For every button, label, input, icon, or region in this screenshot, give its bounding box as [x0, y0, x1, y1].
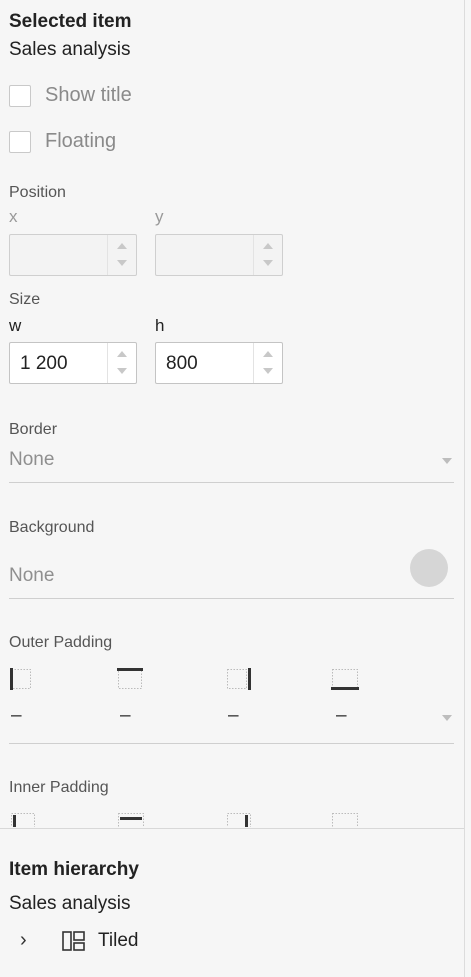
hierarchy-root-item[interactable]: Sales analysis: [9, 893, 130, 915]
inner-padding-icons-clip: [0, 812, 464, 827]
selected-item-name: Sales analysis: [9, 39, 131, 60]
width-stepper[interactable]: 1 200: [9, 342, 137, 384]
outer-padding-values-row[interactable]: – – – –: [9, 705, 454, 744]
background-color-swatch[interactable]: [410, 549, 448, 587]
height-stepper-arrows[interactable]: [253, 343, 282, 383]
x-decrement-icon[interactable]: [117, 260, 127, 266]
inner-padding-label: Inner Padding: [9, 779, 109, 796]
outer-padding-top-value: –: [120, 705, 131, 726]
border-dropdown[interactable]: None: [9, 449, 454, 483]
y-stepper-arrows[interactable]: [253, 235, 282, 275]
background-field[interactable]: None: [9, 549, 454, 599]
background-value: None: [9, 565, 55, 586]
expand-chevron-icon[interactable]: ›: [20, 929, 42, 952]
outer-padding-dropdown-caret-icon[interactable]: [442, 715, 452, 721]
layout-panel: Selected item Sales analysis Show title …: [0, 0, 465, 977]
outer-padding-left-value: –: [11, 705, 22, 726]
outer-padding-right-icon[interactable]: [226, 668, 251, 690]
item-hierarchy-heading: Item hierarchy: [9, 859, 139, 880]
height-stepper[interactable]: 800: [155, 342, 283, 384]
width-decrement-icon[interactable]: [117, 368, 127, 374]
background-label: Background: [9, 519, 95, 536]
floating-label: Floating: [45, 130, 117, 152]
selected-item-heading: Selected item: [9, 11, 132, 32]
width-stepper-arrows[interactable]: [107, 343, 136, 383]
y-increment-icon[interactable]: [263, 243, 273, 249]
y-stepper[interactable]: [155, 234, 283, 276]
width-value[interactable]: 1 200: [20, 353, 68, 375]
hierarchy-tiled-row[interactable]: › Tiled: [20, 929, 138, 952]
border-value: None: [9, 449, 55, 470]
hierarchy-divider: [0, 828, 464, 829]
position-label: Position: [9, 184, 66, 201]
show-title-checkbox[interactable]: [9, 84, 31, 107]
outer-padding-label: Outer Padding: [9, 634, 113, 651]
floating-checkbox-row[interactable]: Floating: [9, 130, 116, 153]
height-increment-icon[interactable]: [263, 351, 273, 357]
border-dropdown-caret-icon: [442, 458, 452, 464]
width-increment-icon[interactable]: [117, 351, 127, 357]
inner-padding-bottom-icon[interactable]: [331, 812, 358, 827]
outer-padding-right-value: –: [228, 705, 239, 726]
x-stepper[interactable]: [9, 234, 137, 276]
x-increment-icon[interactable]: [117, 243, 127, 249]
x-stepper-arrows[interactable]: [107, 235, 136, 275]
outer-padding-top-icon[interactable]: [117, 668, 143, 690]
height-value[interactable]: 800: [166, 353, 198, 375]
outer-padding-left-icon[interactable]: [10, 668, 32, 690]
height-decrement-icon[interactable]: [263, 368, 273, 374]
hierarchy-tiled-label: Tiled: [98, 929, 139, 951]
show-title-label: Show title: [45, 84, 132, 106]
border-label: Border: [9, 421, 58, 438]
h-label: h: [155, 316, 165, 335]
size-label: Size: [9, 291, 41, 308]
floating-checkbox[interactable]: [9, 130, 31, 153]
y-decrement-icon[interactable]: [263, 260, 273, 266]
inner-padding-right-icon[interactable]: [226, 812, 251, 827]
inner-padding-left-icon[interactable]: [10, 812, 35, 827]
tiled-layout-icon: [62, 930, 86, 952]
x-label: x: [9, 207, 18, 226]
show-title-checkbox-row[interactable]: Show title: [9, 84, 132, 107]
w-label: w: [9, 316, 22, 335]
y-label: y: [155, 207, 164, 226]
outer-padding-bottom-icon[interactable]: [331, 668, 359, 690]
outer-padding-bottom-value: –: [336, 705, 347, 726]
inner-padding-top-icon[interactable]: [117, 812, 144, 827]
